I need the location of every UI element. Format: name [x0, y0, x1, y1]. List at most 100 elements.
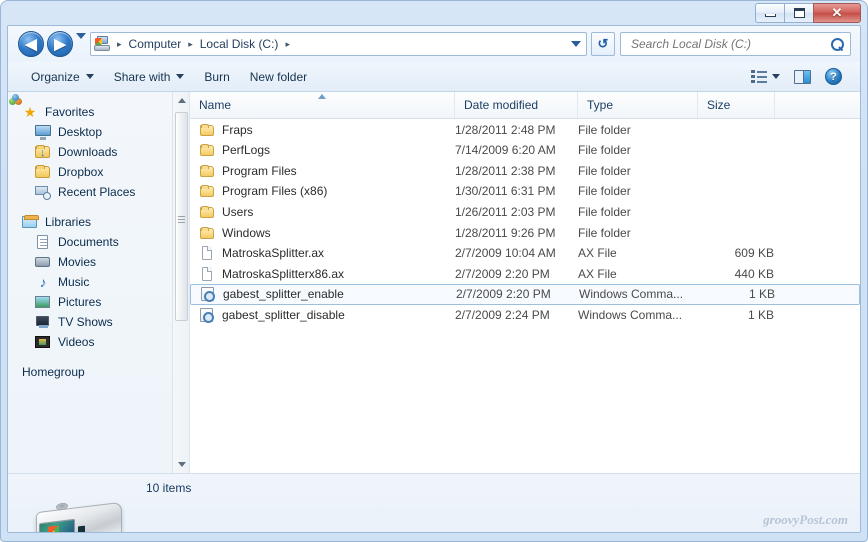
sidebar-label-music: Music [58, 275, 90, 289]
file-list-pane: Name Date modified Type Size Fraps 1/28/2… [190, 92, 860, 473]
file-type-cell: File folder [578, 122, 631, 137]
forward-arrow-icon: ▶ [54, 35, 66, 53]
file-type-cell: File folder [578, 143, 631, 158]
change-view-button[interactable] [745, 67, 786, 86]
file-name-label: Program Files (x86) [222, 184, 328, 199]
window-client-area: ◀ ▶ ▸ Computer ▸ Local Disk (C:) ▸ ↺ Sea… [7, 25, 861, 533]
file-date-cell: 1/26/2011 2:03 PM [455, 204, 556, 219]
scrollbar-thumb[interactable] [175, 112, 188, 321]
refresh-button[interactable]: ↺ [591, 32, 615, 56]
file-type-cell: AX File [578, 246, 617, 261]
script-icon [200, 286, 216, 303]
file-date-cell: 1/28/2011 2:48 PM [455, 122, 556, 137]
share-with-button[interactable]: Share with [105, 66, 194, 88]
burn-button[interactable]: Burn [195, 66, 238, 88]
documents-icon [35, 234, 51, 250]
sidebar-item-recent-places[interactable]: Recent Places [8, 182, 189, 202]
recent-pages-button[interactable] [76, 33, 87, 56]
folder-icon [199, 204, 215, 220]
sidebar-item-pictures[interactable]: Pictures [8, 292, 189, 312]
breadcrumb-separator-0[interactable]: ▸ [113, 39, 126, 49]
column-header-name[interactable]: Name [190, 92, 455, 118]
table-row[interactable]: gabest_splitter_enable 2/7/2009 2:20 PM Wi… [190, 283, 860, 305]
table-row[interactable]: Fraps 1/28/2011 2:48 PM File folder [190, 119, 860, 140]
sidebar-label-favorites: Favorites [45, 105, 95, 119]
file-name-cell: Users [199, 204, 253, 220]
file-rows: Fraps 1/28/2011 2:48 PM File folder PerfLog… [190, 119, 860, 473]
scroll-up-button[interactable] [173, 92, 189, 109]
table-row[interactable]: Users 1/26/2011 2:03 PM File folder [190, 201, 860, 222]
table-row[interactable]: Program Files (x86) 1/30/2011 6:31 PM File… [190, 181, 860, 202]
preview-pane-button[interactable] [788, 67, 817, 87]
sidebar-item-downloads[interactable]: ↓ Downloads [8, 142, 189, 162]
breadcrumb-separator-2[interactable]: ▸ [281, 39, 294, 49]
address-dropdown-button[interactable] [571, 41, 581, 47]
help-button[interactable]: ? [819, 65, 848, 88]
file-type-cell: File folder [578, 225, 631, 240]
sidebar-scrollbar[interactable] [172, 92, 189, 473]
search-box[interactable] [620, 32, 851, 56]
column-label-date-modified: Date modified [464, 98, 539, 112]
forward-button[interactable]: ▶ [47, 31, 73, 57]
breadcrumb-separator-1[interactable]: ▸ [184, 39, 197, 49]
hard-disk-icon [30, 499, 125, 532]
column-label-name: Name [199, 98, 232, 112]
explorer-window: ✕ ◀ ▶ ▸ Computer ▸ Local Disk (C:) ▸ ↺ S… [0, 0, 868, 542]
file-name-label: Fraps [222, 122, 253, 137]
folder-icon [199, 142, 215, 158]
column-header-date-modified[interactable]: Date modified [455, 92, 578, 118]
scroll-down-button[interactable] [173, 456, 189, 473]
chevron-down-icon [571, 41, 581, 47]
sidebar-item-movies[interactable]: Movies [8, 252, 189, 272]
toolbar-right-group: ? [745, 65, 860, 88]
column-header-type[interactable]: Type [578, 92, 698, 118]
column-header-size[interactable]: Size [698, 92, 775, 118]
chevron-down-icon [85, 74, 94, 79]
sidebar-item-libraries[interactable]: Libraries [8, 212, 189, 232]
table-row[interactable]: MatroskaSplitterx86.ax 2/7/2009 2:20 PM AX… [190, 263, 860, 284]
table-row[interactable]: Program Files 1/28/2011 2:38 PM File folde… [190, 160, 860, 181]
file-name-label: Windows [222, 225, 271, 240]
sidebar-item-documents[interactable]: Documents [8, 232, 189, 252]
close-button[interactable]: ✕ [813, 2, 861, 23]
file-date-cell: 1/30/2011 6:31 PM [455, 184, 556, 199]
sidebar-item-desktop[interactable]: Desktop [8, 122, 189, 142]
file-name-label: Users [222, 204, 254, 219]
breadcrumb-item-local-disk[interactable]: Local Disk (C:) [197, 35, 282, 53]
movies-icon [35, 254, 51, 270]
breadcrumb-item-computer[interactable]: Computer [126, 35, 185, 53]
file-name-label: Program Files [222, 163, 297, 178]
sort-ascending-icon [318, 94, 326, 99]
minimize-button[interactable] [755, 2, 784, 23]
column-label-size: Size [707, 98, 731, 112]
file-size-cell: 1 KB [748, 287, 775, 302]
table-row[interactable]: PerfLogs 7/14/2009 6:20 AM File folder [190, 140, 860, 161]
back-button[interactable]: ◀ [18, 31, 44, 57]
column-header-spacer[interactable] [775, 92, 860, 118]
sidebar-item-homegroup[interactable]: Homegroup [8, 94, 189, 382]
tv-icon [35, 314, 51, 330]
folder-icon [199, 122, 215, 138]
organize-button[interactable]: Organize [22, 66, 103, 88]
sidebar-item-tv-shows[interactable]: TV Shows [8, 312, 189, 332]
search-input[interactable] [629, 34, 831, 54]
file-name-label: MatroskaSplitter.ax [222, 246, 325, 261]
navigation-pane[interactable]: ★ Favorites Desktop ↓ Downloads Dropbox … [8, 92, 189, 473]
refresh-icon: ↺ [597, 36, 609, 51]
sidebar-item-videos[interactable]: Videos [8, 332, 189, 352]
table-row[interactable]: Windows 1/28/2011 9:26 PM File folder [190, 222, 860, 243]
maximize-button[interactable] [784, 2, 813, 23]
file-date-cell: 2/7/2009 10:04 AM [455, 246, 556, 261]
sidebar-item-music[interactable]: ♪ Music [8, 272, 189, 292]
sidebar-item-favorites[interactable]: ★ Favorites [8, 102, 189, 122]
table-row[interactable]: MatroskaSplitter.ax 2/7/2009 10:04 AM AX F… [190, 243, 860, 264]
chevron-down-icon [772, 74, 780, 79]
table-row[interactable]: gabest_splitter_disable 2/7/2009 2:24 PM W… [190, 304, 860, 325]
document-icon [199, 266, 215, 282]
file-name-label: MatroskaSplitterx86.ax [222, 266, 345, 281]
breadcrumb-address-bar[interactable]: ▸ Computer ▸ Local Disk (C:) ▸ [90, 32, 587, 56]
new-folder-button[interactable]: New folder [241, 66, 316, 88]
file-name-cell: Program Files (x86) [199, 183, 327, 199]
column-label-type: Type [587, 98, 614, 112]
sidebar-item-dropbox[interactable]: Dropbox [8, 162, 189, 182]
